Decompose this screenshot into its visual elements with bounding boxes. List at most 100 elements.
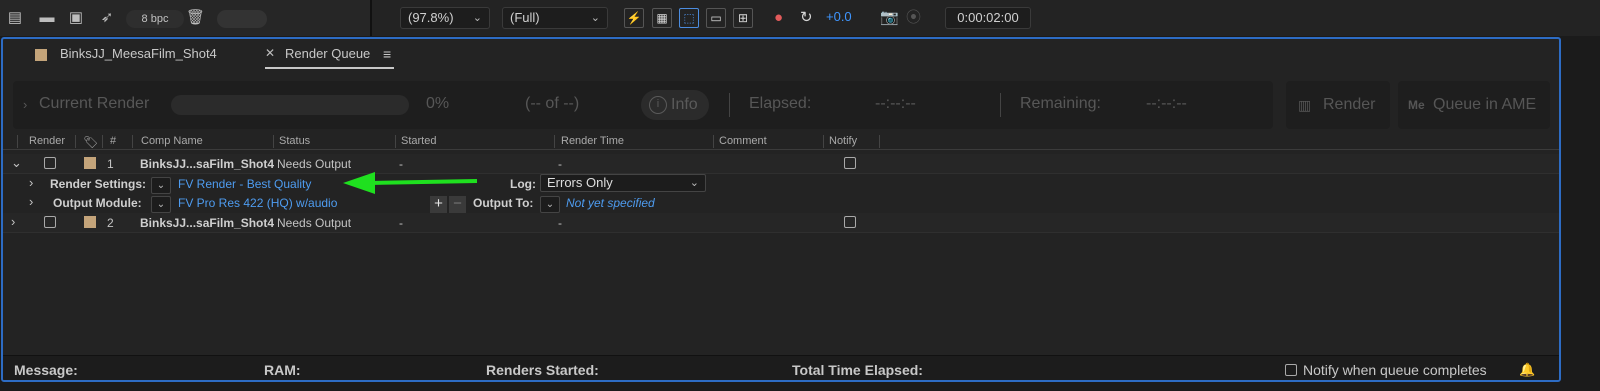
show-snapshot-icon[interactable]: ⦿ bbox=[906, 8, 921, 28]
elapsed-label: Elapsed: bbox=[749, 95, 812, 112]
resolution-value: (Full) bbox=[510, 10, 540, 25]
render-settings-link[interactable]: FV Render - Best Quality bbox=[178, 177, 311, 191]
trash-icon[interactable]: 🗑 bbox=[186, 10, 205, 26]
channel-rgb-icon[interactable]: ● bbox=[774, 8, 783, 28]
render-button-label: Render bbox=[1323, 96, 1376, 113]
started: - bbox=[399, 216, 403, 230]
render-button[interactable]: ▥ Render bbox=[1286, 81, 1390, 129]
chevron-right-icon[interactable]: › bbox=[23, 97, 27, 112]
table-header: Render 🏷 # Comp Name Status Started Rend… bbox=[3, 134, 1559, 150]
info-button[interactable]: i Info bbox=[641, 90, 709, 120]
fast-preview-icon[interactable]: ⚡ bbox=[624, 8, 644, 28]
active-tab-indicator bbox=[265, 67, 394, 69]
queue-item-1[interactable]: ⌄ 1 BinksJJ...saFilm_Shot4 Needs Output … bbox=[3, 154, 1559, 174]
render-settings-dropdown[interactable]: ⌄ bbox=[151, 177, 171, 194]
output-module-link[interactable]: FV Pro Res 422 (HQ) w/audio bbox=[178, 196, 337, 210]
resolution-dropdown[interactable]: (Full) ⌄ bbox=[502, 7, 608, 29]
total-time-label: Total Time Elapsed: bbox=[792, 362, 923, 378]
queue-in-ame-button[interactable]: Me Queue in AME bbox=[1398, 81, 1550, 129]
project-search-pill[interactable] bbox=[217, 10, 267, 28]
render-settings-row: › Render Settings: ⌄ FV Render - Best Qu… bbox=[3, 174, 1559, 194]
col-render-time[interactable]: Render Time bbox=[561, 135, 624, 147]
chevron-down-icon[interactable]: ⌄ bbox=[11, 155, 22, 171]
queue-in-ame-label: Queue in AME bbox=[1433, 96, 1537, 113]
flowchart-icon[interactable]: ➶ bbox=[98, 10, 116, 26]
col-render[interactable]: Render bbox=[29, 135, 65, 147]
interpret-footage-icon[interactable]: ▤ bbox=[6, 10, 24, 26]
log-label: Log: bbox=[510, 177, 536, 191]
snapshot-icon[interactable]: 📷 bbox=[880, 8, 899, 28]
timecode-display[interactable]: 0:00:02:00 bbox=[945, 7, 1031, 29]
comp-name[interactable]: BinksJJ...saFilm_Shot4 bbox=[140, 157, 274, 171]
renders-started-label: Renders Started: bbox=[486, 362, 599, 378]
top-toolbar: ▤ ▬ ▣ ➶ 8 bpc 🗑 (97.8%) ⌄ (Full) ⌄ ⚡ ▦ ⬚… bbox=[0, 0, 1600, 36]
divider bbox=[1000, 93, 1001, 117]
label-swatch[interactable] bbox=[84, 216, 96, 228]
exposure-value[interactable]: +0.0 bbox=[826, 9, 852, 24]
item-number: 1 bbox=[107, 157, 114, 171]
zoom-dropdown[interactable]: (97.8%) ⌄ bbox=[400, 7, 490, 29]
mask-path-visibility-icon[interactable]: ⬚ bbox=[679, 8, 699, 28]
ram-label: RAM: bbox=[264, 362, 301, 378]
status-footer: Message: RAM: Renders Started: Total Tim… bbox=[3, 355, 1559, 380]
message-label: Message: bbox=[14, 362, 78, 378]
render-queue-panel: BinksJJ_MeesaFilm_Shot4 ✕ Render Queue ≡… bbox=[1, 37, 1561, 382]
info-icon: i bbox=[649, 96, 667, 114]
chevron-down-icon: ⌄ bbox=[689, 177, 699, 189]
label-tag-icon[interactable]: 🏷 bbox=[83, 135, 98, 149]
col-started[interactable]: Started bbox=[401, 135, 436, 147]
chevron-down-icon: ⌄ bbox=[472, 12, 482, 24]
info-label: Info bbox=[671, 96, 698, 113]
close-icon[interactable]: ✕ bbox=[265, 46, 275, 60]
reset-exposure-icon[interactable]: ↻ bbox=[800, 8, 813, 28]
col-number[interactable]: # bbox=[110, 135, 116, 147]
notify-queue-label[interactable]: Notify when queue completes bbox=[1303, 362, 1487, 378]
started: - bbox=[399, 157, 403, 171]
render-settings-label: Render Settings: bbox=[50, 177, 147, 191]
tab-render-queue[interactable]: Render Queue bbox=[285, 46, 370, 61]
elapsed-value: --:--:-- bbox=[875, 95, 916, 112]
region-of-interest-icon[interactable]: ▭ bbox=[706, 8, 726, 28]
add-output-module-icon[interactable]: + bbox=[430, 196, 447, 213]
remaining-value: --:--:-- bbox=[1146, 95, 1187, 112]
output-module-dropdown[interactable]: ⌄ bbox=[151, 196, 171, 213]
col-notify[interactable]: Notify bbox=[829, 135, 857, 147]
notify-checkbox[interactable] bbox=[844, 157, 856, 169]
output-to-link[interactable]: Not yet specified bbox=[566, 196, 655, 210]
notify-checkbox[interactable] bbox=[844, 216, 856, 228]
panel-tabs: BinksJJ_MeesaFilm_Shot4 ✕ Render Queue ≡ bbox=[3, 39, 1559, 71]
chevron-right-icon[interactable]: › bbox=[29, 194, 33, 209]
new-comp-icon[interactable]: ▣ bbox=[67, 10, 85, 26]
new-folder-icon[interactable]: ▬ bbox=[38, 10, 56, 26]
render-checkbox[interactable] bbox=[44, 157, 56, 169]
label-swatch[interactable] bbox=[84, 157, 96, 169]
log-dropdown[interactable]: Errors Only ⌄ bbox=[540, 174, 706, 192]
render-progress-bar bbox=[171, 95, 409, 115]
project-panel-toolbar: ▤ ▬ ▣ ➶ 8 bpc 🗑 bbox=[0, 0, 372, 36]
remove-output-module-icon[interactable]: − bbox=[449, 196, 466, 213]
transparency-grid-icon[interactable]: ▦ bbox=[652, 8, 672, 28]
col-comp-name[interactable]: Comp Name bbox=[141, 135, 203, 147]
chevron-right-icon[interactable]: › bbox=[29, 175, 33, 190]
render-time: - bbox=[558, 216, 562, 230]
notify-queue-checkbox[interactable] bbox=[1285, 364, 1297, 376]
remaining-label: Remaining: bbox=[1020, 95, 1101, 112]
bell-icon[interactable]: 🔔 bbox=[1519, 362, 1535, 378]
panel-menu-icon[interactable]: ≡ bbox=[383, 46, 391, 62]
col-comment[interactable]: Comment bbox=[719, 135, 767, 147]
chevron-right-icon[interactable]: › bbox=[11, 214, 15, 229]
col-status[interactable]: Status bbox=[279, 135, 310, 147]
render-checkbox[interactable] bbox=[44, 216, 56, 228]
current-render-bar: › Current Render 0% (-- of --) i Info Ela… bbox=[13, 81, 1273, 129]
current-render-label: Current Render bbox=[39, 95, 150, 112]
tab-comp[interactable]: BinksJJ_MeesaFilm_Shot4 bbox=[60, 46, 217, 61]
output-module-label: Output Module: bbox=[53, 196, 142, 210]
queue-item-2[interactable]: › 2 BinksJJ...saFilm_Shot4 Needs Output … bbox=[3, 213, 1559, 233]
bpc-button[interactable]: 8 bpc bbox=[126, 10, 184, 28]
output-to-dropdown[interactable]: ⌄ bbox=[540, 196, 560, 213]
render-count: (-- of --) bbox=[525, 95, 580, 112]
output-to-label: Output To: bbox=[473, 196, 534, 210]
render-progress-percent: 0% bbox=[426, 95, 450, 112]
grid-guides-icon[interactable]: ⊞ bbox=[733, 8, 753, 28]
comp-name[interactable]: BinksJJ...saFilm_Shot4 bbox=[140, 216, 274, 230]
